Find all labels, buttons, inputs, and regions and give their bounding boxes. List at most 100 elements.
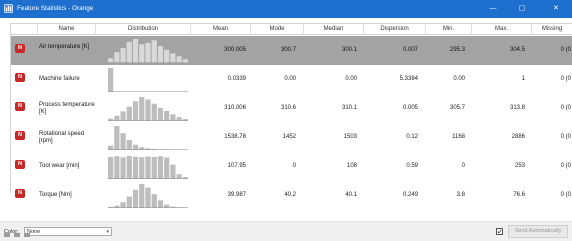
histogram-bar [126, 196, 132, 208]
histogram-bar [170, 164, 176, 179]
min-value: 0.00 [453, 76, 465, 82]
header-name[interactable]: Name [38, 24, 96, 35]
checkmark-icon [497, 229, 502, 234]
table-row[interactable]: N Air temperature [K] 300.005 300.7 300.1 0.0… [11, 36, 572, 65]
help-icon[interactable] [4, 233, 10, 237]
feature-name: Process temperature [K] [39, 102, 95, 115]
missing-value: 0 (0 [560, 192, 571, 198]
info-icon[interactable] [24, 233, 30, 237]
median-value: 300.1 [341, 47, 357, 53]
numeric-variable-letter: N [18, 132, 22, 138]
bottom-bar: Color: None ▾ Send Automatically [0, 221, 572, 241]
histogram-bar [151, 156, 157, 179]
median-value: 0.00 [345, 76, 357, 82]
table-row[interactable]: N Rotational speed [rpm] 1538.78 1452 1503 0.… [11, 123, 572, 152]
histogram-bar [132, 156, 139, 179]
histogram-bar [120, 48, 126, 63]
min-value: 305.7 [449, 105, 465, 111]
histogram-bar [126, 155, 132, 179]
histogram-bar [151, 103, 157, 121]
histogram-bar [151, 40, 157, 63]
numeric-variable-icon: N [15, 131, 25, 140]
histogram-bar [145, 99, 151, 121]
numeric-variable-letter: N [18, 74, 22, 80]
numeric-variable-letter: N [18, 190, 22, 196]
histogram-bar [120, 157, 126, 179]
header-min[interactable]: Min. [426, 24, 472, 35]
histogram-bar [151, 194, 157, 208]
histogram-bar [108, 68, 114, 92]
histogram-bar [176, 56, 182, 63]
distribution-histogram [108, 125, 188, 150]
histogram-bar [170, 114, 176, 121]
missing-value: 0 (0 [560, 134, 571, 140]
histogram-bar [164, 49, 170, 63]
header-mean[interactable]: Mean [191, 24, 251, 35]
orange-app-icon [4, 4, 13, 13]
table-row[interactable]: N Tool wear [min] 107.95 0 108 0.59 0 253 0 (0 [11, 152, 572, 181]
histogram-bar [132, 101, 139, 121]
header-dispersion[interactable]: Dispersion [364, 24, 426, 35]
histogram-bar [170, 53, 176, 63]
histogram-bar [145, 42, 151, 63]
header-icon-column[interactable] [11, 24, 38, 35]
histogram-bar [157, 46, 164, 63]
table-row[interactable]: N Machine failure 0.0339 0.00 0.00 5.3384 0.00… [11, 65, 572, 94]
numeric-variable-icon: N [15, 73, 25, 82]
send-automatically-checkbox[interactable] [496, 228, 503, 235]
feature-name: Tool wear [min] [39, 163, 80, 169]
min-value: 295.3 [449, 47, 465, 53]
header-max[interactable]: Max. [472, 24, 532, 35]
status-icons [4, 233, 34, 241]
histogram-bar [164, 157, 170, 179]
send-automatically-button[interactable]: Send Automatically [508, 225, 568, 238]
min-value: 3.8 [456, 192, 465, 198]
numeric-variable-letter: N [18, 161, 22, 167]
histogram-bar [120, 202, 126, 208]
header-distribution[interactable]: Distribution [96, 24, 191, 35]
header-median[interactable]: Median [304, 24, 364, 35]
mode-value: 310.6 [280, 105, 296, 111]
histogram-bar [108, 156, 114, 179]
histogram-bar [145, 187, 151, 208]
numeric-variable-letter: N [18, 45, 22, 51]
distribution-histogram [108, 96, 188, 121]
missing-value: 0 (0 [560, 163, 571, 169]
table-row[interactable]: N Process temperature [K] 310.006 310.6 310.… [11, 94, 572, 123]
histogram-bar [157, 156, 164, 179]
header-mode[interactable]: Mode [251, 24, 304, 35]
distribution-histogram [108, 154, 188, 179]
maximize-button[interactable]: ▢ [511, 0, 533, 18]
feature-name: Rotational speed [rpm] [39, 131, 85, 144]
feature-name: Machine failure [39, 76, 80, 82]
missing-value: 0 (0 [560, 76, 571, 82]
histogram-bar [114, 52, 120, 63]
median-value: 40.1 [345, 192, 357, 198]
numeric-variable-letter: N [18, 103, 22, 109]
missing-value: 0 (0 [560, 105, 571, 111]
min-value: 0 [461, 163, 465, 169]
numeric-variable-icon: N [15, 189, 25, 198]
histogram-bar [139, 44, 145, 63]
histogram-bar [145, 156, 151, 179]
histogram-bar [139, 157, 145, 179]
mode-value: 40.2 [284, 192, 296, 198]
histogram-bar [139, 184, 145, 208]
numeric-variable-icon: N [15, 44, 25, 53]
min-value: 1168 [452, 134, 465, 140]
mode-value: 300.7 [280, 47, 296, 53]
color-select[interactable]: None ▾ [24, 227, 112, 236]
median-value: 1503 [343, 134, 357, 140]
minimize-button[interactable]: — [482, 0, 504, 18]
close-button[interactable]: ✕ [545, 0, 567, 18]
numeric-variable-icon: N [15, 160, 25, 169]
distribution-histogram [108, 183, 188, 208]
mode-value: 1452 [282, 134, 296, 140]
histogram-bar [164, 110, 170, 121]
histogram-bar [126, 106, 132, 121]
header-missing[interactable]: Missing [532, 24, 572, 35]
numeric-variable-icon: N [15, 102, 25, 111]
report-icon[interactable] [14, 233, 20, 237]
table-row[interactable]: N Torque [Nm] 39.987 40.2 40.1 0.249 3.8 76.6 0 … [11, 181, 572, 210]
title-bar: Feature Statistics - Orange — ▢ ✕ [0, 0, 572, 18]
